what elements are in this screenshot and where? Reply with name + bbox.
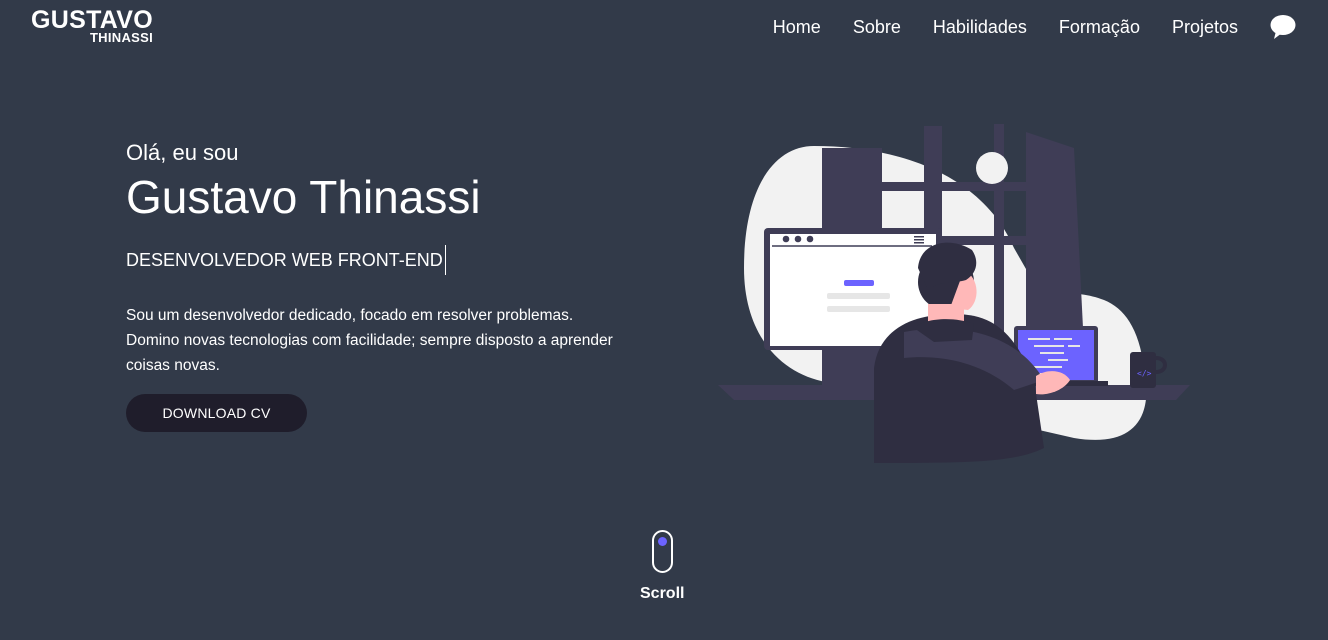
hero-description: Sou um desenvolvedor dedicado, focado em… bbox=[126, 303, 636, 378]
scroll-label: Scroll bbox=[640, 585, 685, 602]
nav-projetos[interactable]: Projetos bbox=[1172, 14, 1238, 40]
logo[interactable]: GUSTAVO THINASSI bbox=[31, 8, 153, 45]
nav-formacao[interactable]: Formação bbox=[1059, 14, 1140, 40]
hero-name: Gustavo Thinassi bbox=[126, 171, 481, 224]
description-line: Domino novas tecnologias com facilidade;… bbox=[126, 331, 613, 349]
developer-at-desk-illustration: </> bbox=[714, 118, 1194, 478]
scroll-indicator[interactable]: Scroll bbox=[640, 530, 684, 603]
hero-section: Olá, eu sou Gustavo Thinassi DESENVOLVED… bbox=[126, 140, 646, 432]
mouse-scroll-icon bbox=[651, 530, 673, 573]
greeting: Olá, eu sou bbox=[126, 140, 239, 165]
main-nav: Home Sobre Habilidades Formação Projetos bbox=[741, 14, 1296, 40]
svg-text:</>: </> bbox=[1137, 369, 1152, 378]
scroll-wheel-dot bbox=[657, 537, 667, 546]
nav-habilidades[interactable]: Habilidades bbox=[933, 14, 1027, 40]
nav-sobre[interactable]: Sobre bbox=[853, 14, 901, 40]
hero-role: DESENVOLVEDOR WEB FRONT-END bbox=[126, 244, 446, 275]
download-cv-button[interactable]: DOWNLOAD CV bbox=[126, 393, 307, 432]
nav-home[interactable]: Home bbox=[773, 14, 821, 40]
chat-bubble-icon[interactable] bbox=[1270, 14, 1296, 40]
description-line: Sou um desenvolvedor dedicado, focado em… bbox=[126, 306, 574, 324]
description-line: coisas novas. bbox=[126, 356, 220, 374]
